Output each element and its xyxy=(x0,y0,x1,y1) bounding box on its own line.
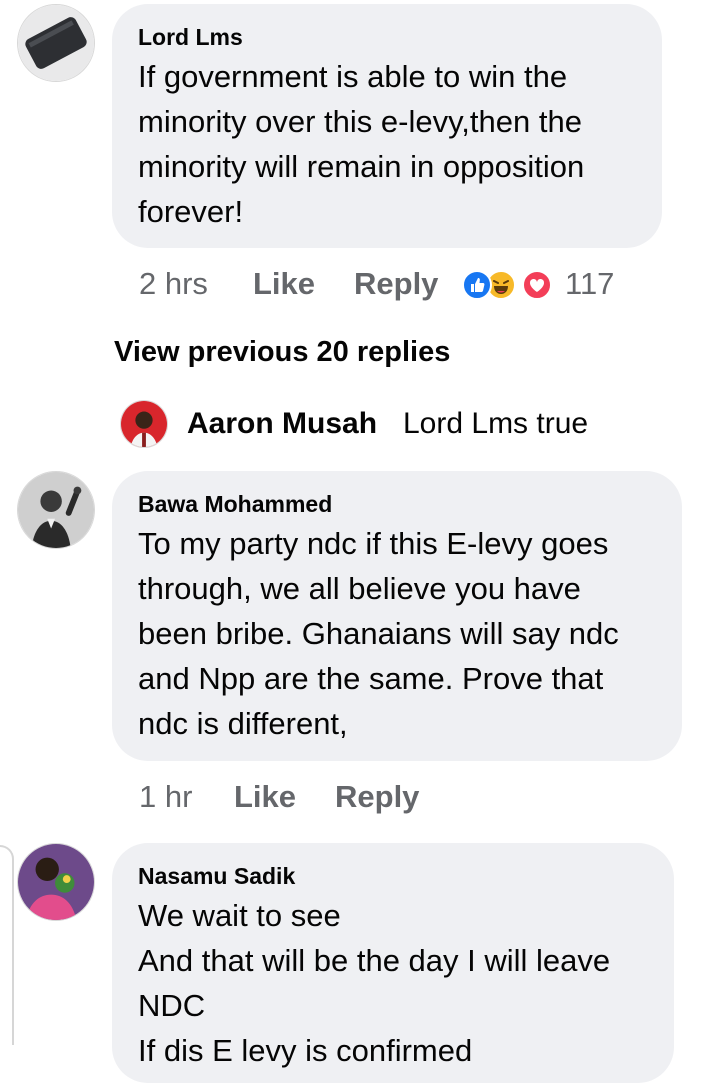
reply-button[interactable]: Reply xyxy=(335,779,419,815)
thread-line xyxy=(0,845,14,1045)
comment-bubble: Bawa Mohammed To my party ndc if this E-… xyxy=(112,471,682,761)
comment-text: We wait to see And that will be the day … xyxy=(138,898,611,1068)
comment-text: If government is able to win the minorit… xyxy=(138,59,585,229)
avatar[interactable] xyxy=(17,843,95,921)
avatar-image xyxy=(18,844,94,920)
avatar-image xyxy=(18,472,94,548)
reaction-count: 117 xyxy=(565,266,615,301)
avatar[interactable] xyxy=(17,471,95,549)
avatar-image xyxy=(18,5,94,81)
comment-text: To my party ndc if this E-levy goes thro… xyxy=(138,526,619,741)
love-icon xyxy=(522,270,552,300)
like-button[interactable]: Like xyxy=(253,266,315,302)
avatar-image xyxy=(121,401,167,447)
avatar[interactable] xyxy=(120,400,168,448)
comment-time[interactable]: 2 hrs xyxy=(139,266,208,302)
like-button[interactable]: Like xyxy=(234,779,296,815)
comment-bubble: Nasamu Sadik We wait to see And that wil… xyxy=(112,843,674,1083)
comment-time[interactable]: 1 hr xyxy=(139,779,192,815)
comment-author[interactable]: Bawa Mohammed xyxy=(138,491,332,518)
view-previous-replies-link[interactable]: View previous 20 replies xyxy=(114,336,450,369)
reply-text: Lord Lms true xyxy=(403,407,589,440)
comment-author[interactable]: Lord Lms xyxy=(138,24,243,51)
avatar[interactable] xyxy=(17,4,95,82)
comment-bubble: Lord Lms If government is able to win th… xyxy=(112,4,662,248)
comment-author[interactable]: Nasamu Sadik xyxy=(138,863,295,890)
like-icon xyxy=(462,270,492,300)
reply-author[interactable]: Aaron Musah xyxy=(187,407,377,441)
reply-button[interactable]: Reply xyxy=(354,266,438,302)
